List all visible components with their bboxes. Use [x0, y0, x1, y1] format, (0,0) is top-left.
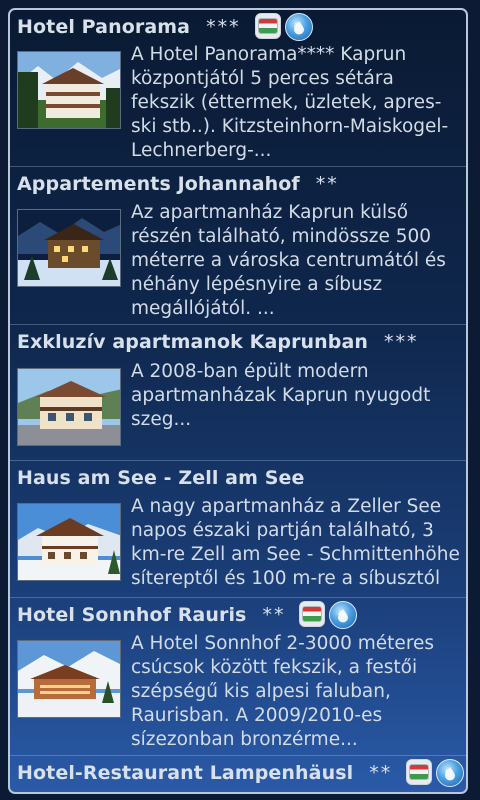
- list-item-haus-am-see[interactable]: Haus am See - Zell am See A nagy apartma…: [10, 461, 466, 598]
- hotel-list-panel: Hotel Panorama *** A Hotel Panorama**** …: [8, 8, 468, 794]
- item-header: Haus am See - Zell am See: [17, 461, 304, 495]
- list-item-hotel-sonnhof-rauris[interactable]: Hotel Sonnhof Rauris ** A Hotel Sonnhof …: [10, 598, 466, 756]
- item-header: Hotel-Restaurant Lampenhäusl **: [17, 756, 465, 790]
- item-title: Hotel Sonnhof Rauris: [17, 604, 247, 626]
- list-item-hotel-restaurant-lampenhausl[interactable]: Hotel-Restaurant Lampenhäusl **: [10, 756, 466, 792]
- hotel-thumbnail: [17, 640, 121, 718]
- item-stars: **: [315, 173, 339, 195]
- item-stars: **: [369, 762, 393, 784]
- item-description: A 2008-ban épült modern apartmanházak Ka…: [131, 361, 431, 430]
- hotel-thumbnail: [17, 51, 121, 129]
- list-item-hotel-panorama[interactable]: Hotel Panorama *** A Hotel Panorama**** …: [10, 10, 466, 167]
- list-item-exkluziv-apartmanok-kaprunban[interactable]: Exkluzív apartmanok Kaprunban *** A 2008…: [10, 325, 466, 461]
- list-item-appartements-johannahof[interactable]: Appartements Johannahof ** Az apartmanhá…: [10, 167, 466, 325]
- hu-flag-icon: [299, 601, 326, 627]
- item-description: A Hotel Panorama**** Kaprun központjától…: [131, 44, 449, 161]
- water-drop-icon: [329, 601, 358, 629]
- item-header: Hotel Sonnhof Rauris **: [17, 598, 358, 632]
- item-header: Appartements Johannahof **: [17, 167, 339, 201]
- item-badges: [299, 601, 358, 629]
- item-title: Haus am See - Zell am See: [17, 467, 305, 489]
- item-header: Exkluzív apartmanok Kaprunban ***: [17, 325, 419, 359]
- item-title: Hotel Panorama: [17, 16, 191, 38]
- item-description: A nagy apartmanház a Zeller See napos és…: [131, 496, 460, 589]
- hotel-thumbnail: [17, 368, 121, 446]
- item-title: Exkluzív apartmanok Kaprunban: [17, 331, 369, 353]
- hotel-thumbnail: [17, 503, 121, 581]
- item-stars: ***: [206, 16, 241, 38]
- item-stars: **: [262, 604, 286, 626]
- item-title: Appartements Johannahof: [17, 173, 300, 195]
- item-stars: ***: [384, 331, 419, 353]
- item-title: Hotel-Restaurant Lampenhäusl: [17, 762, 354, 784]
- item-header: Hotel Panorama ***: [17, 10, 313, 44]
- item-description: Az apartmanház Kaprun külső részén talál…: [131, 202, 446, 319]
- hu-flag-icon: [406, 759, 433, 785]
- water-drop-icon: [284, 13, 313, 41]
- item-badges: [254, 13, 313, 41]
- item-description: A Hotel Sonnhof 2-3000 méteres csúcsok k…: [131, 633, 435, 750]
- hu-flag-icon: [254, 13, 281, 39]
- water-drop-icon: [436, 759, 465, 787]
- item-badges: [406, 759, 465, 787]
- hotel-thumbnail: [17, 209, 121, 287]
